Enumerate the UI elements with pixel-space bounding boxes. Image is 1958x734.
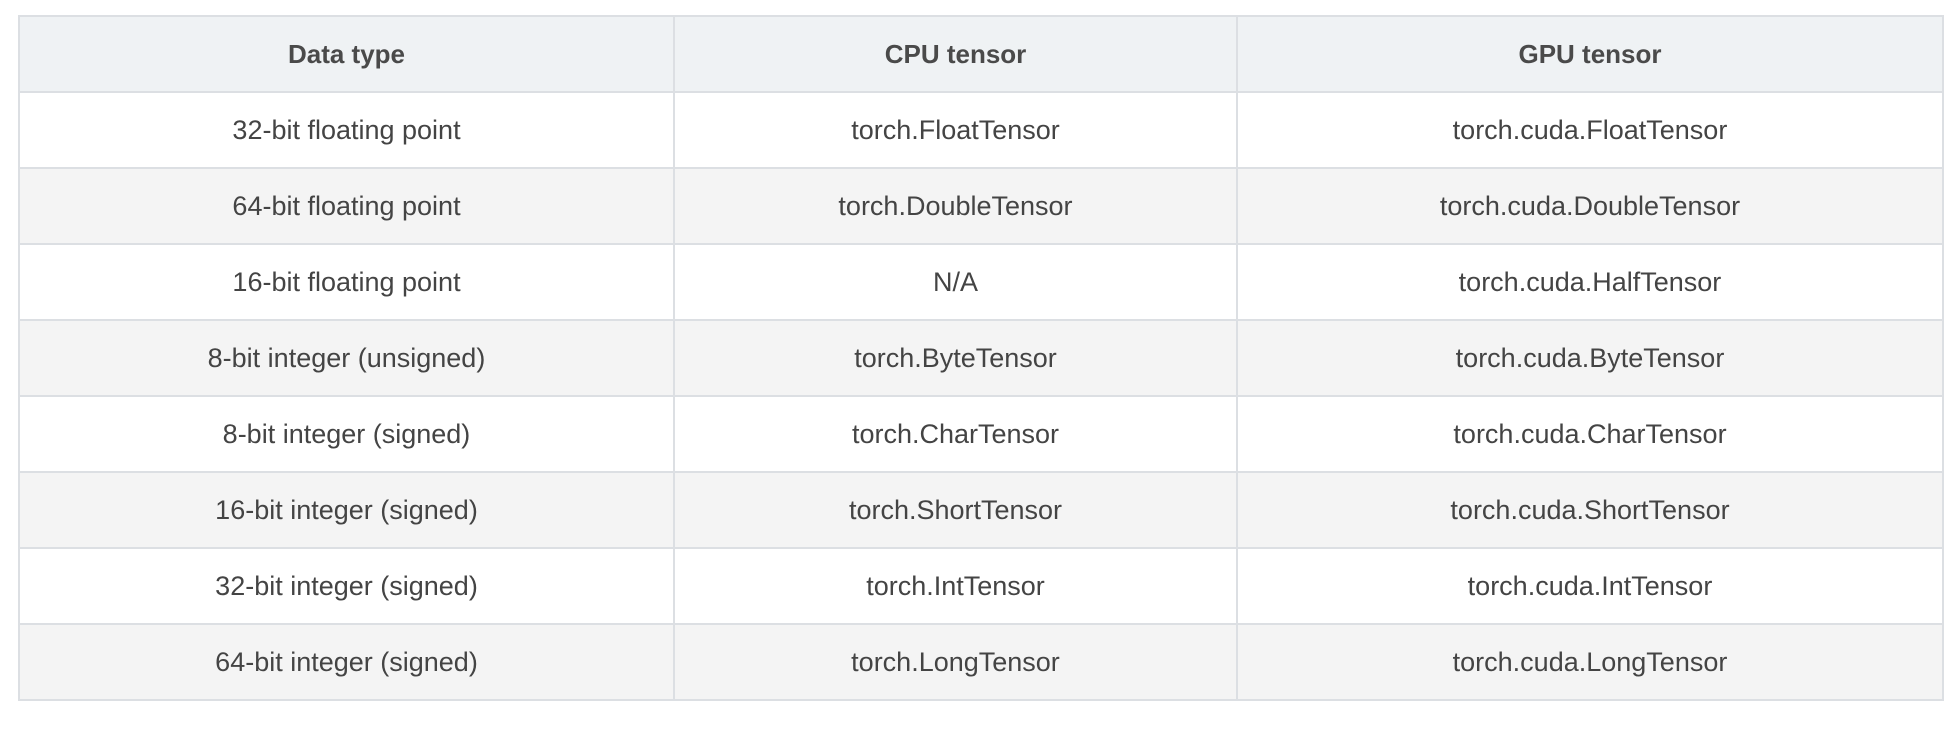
cell-data-type: 64-bit integer (signed) (18, 623, 675, 701)
cell-cpu-tensor: torch.ByteTensor (673, 319, 1238, 397)
cell-data-type: 8-bit integer (signed) (18, 395, 675, 473)
cell-gpu-tensor: torch.cuda.ShortTensor (1236, 471, 1944, 549)
table-row: 32-bit floating point torch.FloatTensor … (18, 91, 1944, 169)
table-row: 8-bit integer (unsigned) torch.ByteTenso… (18, 319, 1944, 397)
cell-data-type: 32-bit floating point (18, 91, 675, 169)
cell-gpu-tensor: torch.cuda.DoubleTensor (1236, 167, 1944, 245)
cell-gpu-tensor: torch.cuda.FloatTensor (1236, 91, 1944, 169)
cell-gpu-tensor: torch.cuda.LongTensor (1236, 623, 1944, 701)
table-row: 16-bit floating point N/A torch.cuda.Hal… (18, 243, 1944, 321)
cell-cpu-tensor: torch.ShortTensor (673, 471, 1238, 549)
cell-gpu-tensor: torch.cuda.CharTensor (1236, 395, 1944, 473)
cell-cpu-tensor: torch.FloatTensor (673, 91, 1238, 169)
cell-cpu-tensor: torch.CharTensor (673, 395, 1238, 473)
cell-data-type: 64-bit floating point (18, 167, 675, 245)
cell-gpu-tensor: torch.cuda.ByteTensor (1236, 319, 1944, 397)
cell-cpu-tensor: torch.LongTensor (673, 623, 1238, 701)
header-gpu-tensor: GPU tensor (1236, 15, 1944, 93)
table-row: 32-bit integer (signed) torch.IntTensor … (18, 547, 1944, 625)
header-cpu-tensor: CPU tensor (673, 15, 1238, 93)
tensor-types-table: Data type CPU tensor GPU tensor 32-bit f… (18, 15, 1944, 701)
table-body: 32-bit floating point torch.FloatTensor … (18, 91, 1944, 701)
cell-data-type: 32-bit integer (signed) (18, 547, 675, 625)
cell-cpu-tensor: N/A (673, 243, 1238, 321)
tensor-types-table-container: Data type CPU tensor GPU tensor 32-bit f… (18, 15, 1944, 701)
cell-cpu-tensor: torch.DoubleTensor (673, 167, 1238, 245)
cell-data-type: 8-bit integer (unsigned) (18, 319, 675, 397)
cell-cpu-tensor: torch.IntTensor (673, 547, 1238, 625)
cell-data-type: 16-bit floating point (18, 243, 675, 321)
table-row: 8-bit integer (signed) torch.CharTensor … (18, 395, 1944, 473)
header-row: Data type CPU tensor GPU tensor (18, 15, 1944, 93)
table-row: 64-bit integer (signed) torch.LongTensor… (18, 623, 1944, 701)
header-data-type: Data type (18, 15, 675, 93)
cell-gpu-tensor: torch.cuda.HalfTensor (1236, 243, 1944, 321)
cell-data-type: 16-bit integer (signed) (18, 471, 675, 549)
cell-gpu-tensor: torch.cuda.IntTensor (1236, 547, 1944, 625)
table-row: 16-bit integer (signed) torch.ShortTenso… (18, 471, 1944, 549)
table-header: Data type CPU tensor GPU tensor (18, 15, 1944, 93)
table-row: 64-bit floating point torch.DoubleTensor… (18, 167, 1944, 245)
